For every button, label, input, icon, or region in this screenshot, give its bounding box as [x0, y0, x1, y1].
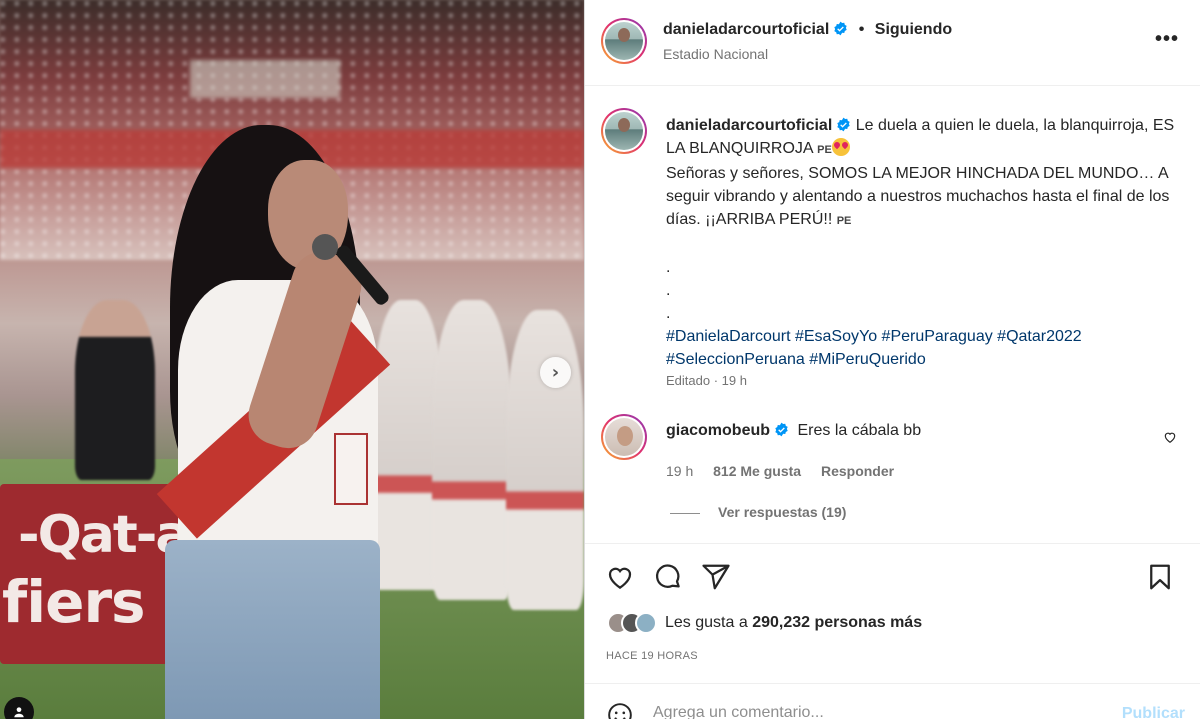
save-button[interactable]: [1145, 562, 1175, 592]
caption-author-username[interactable]: danieladarcourtoficial: [666, 117, 832, 134]
player-figure: [432, 300, 512, 600]
comment-time: 19 h: [666, 463, 694, 479]
following-button[interactable]: Siguiendo: [875, 21, 952, 38]
heart-icon: [608, 567, 632, 589]
author-username[interactable]: danieladarcourtoficial: [663, 21, 829, 38]
caption-text: danieladarcourtoficial Le duela a quien …: [666, 114, 1180, 371]
microphone-head: [312, 234, 338, 260]
likes-text: Les gusta a 290,232 personas más: [665, 614, 922, 632]
emoji-icon[interactable]: [607, 702, 633, 719]
next-photo-button[interactable]: ›: [540, 357, 571, 388]
comment-icon: [655, 564, 680, 588]
header-user-line: danieladarcourtoficial • Siguiendo: [663, 21, 952, 39]
post-location[interactable]: Estadio Nacional: [663, 46, 768, 62]
ad-board-text: -Qat-a: [18, 505, 190, 565]
view-replies-label: Ver respuestas (19): [718, 504, 847, 520]
chevron-right-icon: ›: [551, 362, 560, 383]
verified-icon: [837, 117, 850, 132]
peru-flag-icon: PE: [836, 215, 852, 227]
separator-dot: •: [858, 21, 865, 38]
post-header: danieladarcourtoficial • Siguiendo Estad…: [585, 0, 1200, 86]
action-bar: [585, 543, 1200, 605]
caption-line-1: Le duela a quien le duela, la blanquirro…: [855, 117, 1149, 134]
ad-board-text: fiers: [2, 568, 146, 636]
view-replies-button[interactable]: Ver respuestas (19): [670, 504, 846, 520]
peru-flag-icon: PE: [817, 144, 832, 156]
user-tag-icon[interactable]: [4, 697, 34, 719]
likes-suffix: personas más: [814, 614, 923, 631]
caption-hashtags[interactable]: #DanielaDarcourt #EsaSoyYo #PeruParaguay…: [666, 328, 1082, 368]
comment-text: Eres la cábala bb: [797, 422, 922, 439]
stadium-banner: [190, 60, 340, 98]
bookmark-icon: [1150, 564, 1170, 590]
comment-button[interactable]: [653, 562, 683, 592]
comment-input[interactable]: [653, 704, 1093, 719]
add-comment-bar: Publicar: [585, 683, 1200, 719]
heart-icon[interactable]: [1163, 430, 1177, 444]
likes-prefix: Les gusta a: [665, 614, 748, 631]
caption-dot: .: [666, 259, 671, 276]
post-time-ago: HACE 19 HORAS: [606, 650, 698, 662]
caption-dot: .: [666, 305, 671, 322]
caption-author-avatar[interactable]: [601, 108, 647, 154]
commenter-avatar[interactable]: [601, 414, 647, 460]
share-icon: [702, 564, 730, 590]
commenter-username[interactable]: giacomobeub: [666, 422, 770, 439]
comment-likes[interactable]: 812 Me gusta: [713, 463, 801, 479]
comment-body: giacomobeub Eres la cábala bb: [666, 422, 921, 440]
reply-button[interactable]: Responder: [821, 463, 894, 479]
post-photo[interactable]: -Qat-a fiers ›: [0, 0, 584, 719]
caption-dot: .: [666, 282, 671, 299]
post-side-panel: danieladarcourtoficial • Siguiendo Estad…: [584, 0, 1200, 719]
publish-button[interactable]: Publicar: [1122, 705, 1185, 719]
likes-count: 290,232: [752, 614, 811, 631]
player-figure: [506, 310, 584, 610]
referee-figure: [75, 300, 155, 480]
caption-line-3: Señoras y señores, SOMOS LA MEJOR HINCHA…: [666, 165, 1170, 228]
comment-meta: 19 h 812 Me gusta Responder: [666, 463, 910, 479]
author-avatar[interactable]: [601, 18, 647, 64]
credential-badge: [334, 433, 368, 505]
heart-eyes-emoji-icon: [831, 138, 850, 156]
share-button[interactable]: [701, 562, 731, 592]
liker-avatar: [635, 612, 657, 634]
like-button[interactable]: [605, 562, 635, 592]
verified-icon: [834, 21, 847, 36]
singer-jeans: [165, 540, 380, 719]
verified-icon: [775, 422, 788, 437]
replies-line: [670, 512, 700, 514]
comment-item: giacomobeub Eres la cábala bb 19 h 812 M…: [601, 414, 1185, 494]
likes-summary[interactable]: Les gusta a 290,232 personas más: [607, 610, 922, 636]
edited-timestamp: Editado · 19 h: [666, 373, 747, 388]
more-icon[interactable]: •••: [1155, 28, 1179, 51]
